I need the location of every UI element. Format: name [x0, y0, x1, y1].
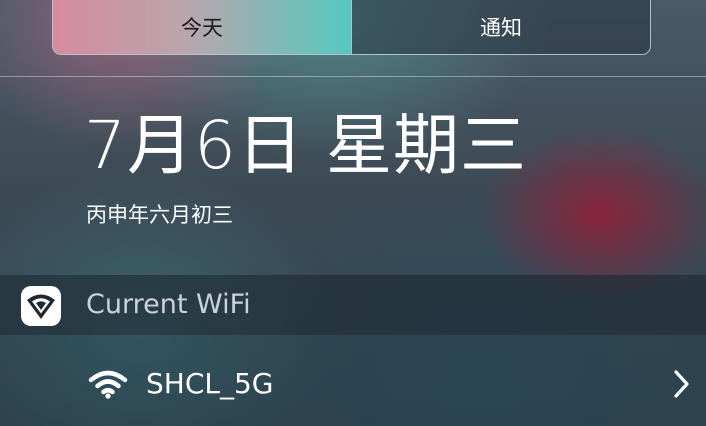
tab-notifications[interactable]: 通知	[351, 0, 650, 54]
tab-notifications-label: 通知	[480, 16, 522, 40]
header-divider	[0, 76, 706, 77]
today-notifications-segmented-control: 今天 通知	[52, 0, 651, 55]
tab-today[interactable]: 今天	[53, 0, 351, 54]
date-heading: 7月6日 星期三	[84, 107, 527, 184]
lunar-date: 丙申年六月初三	[86, 203, 233, 227]
chevron-right-icon	[672, 369, 692, 399]
widget-header[interactable]: Current WiFi	[0, 275, 706, 335]
widget-title: Current WiFi	[86, 289, 251, 320]
wifi-shield-icon	[21, 286, 61, 326]
network-name: SHCL_5G	[146, 367, 274, 400]
wifi-icon	[88, 369, 128, 399]
current-network-row[interactable]: SHCL_5G	[0, 335, 706, 426]
tab-today-label: 今天	[181, 16, 223, 40]
